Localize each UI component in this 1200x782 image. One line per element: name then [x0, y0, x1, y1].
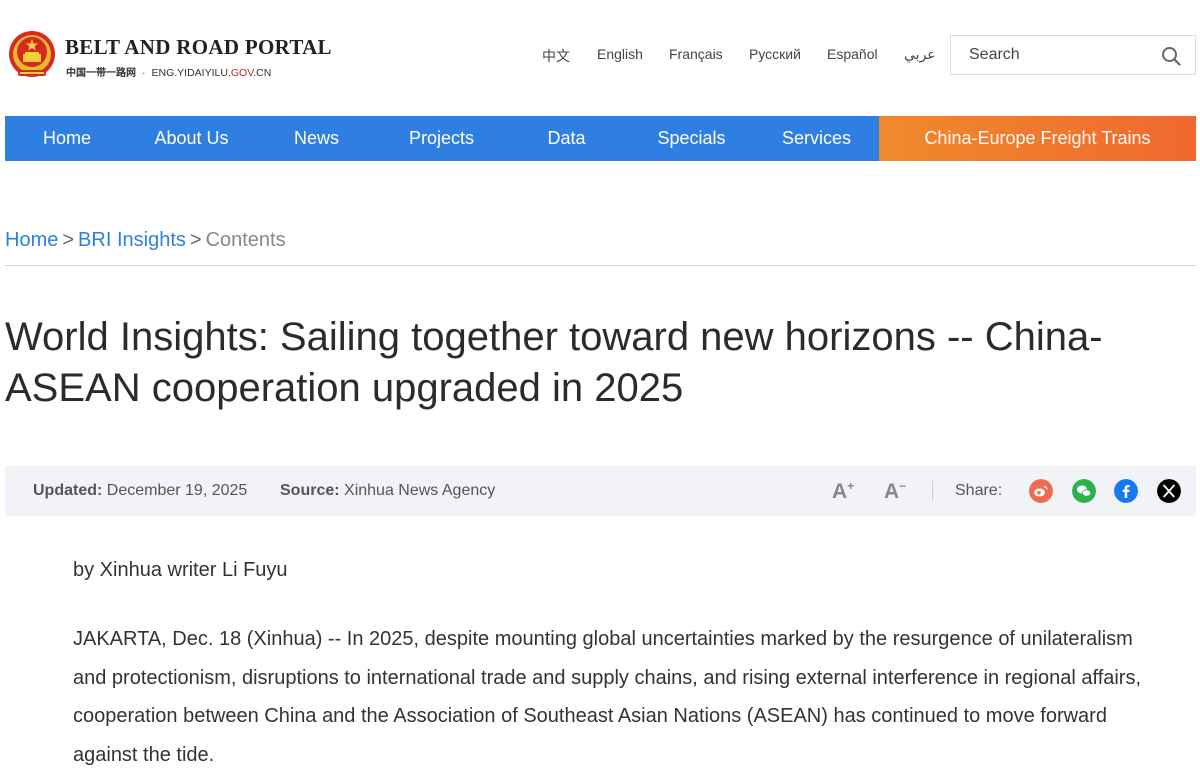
lang-spanish[interactable]: Español [827, 46, 878, 62]
article-source: Source: Xinhua News Agency [280, 482, 495, 500]
nav-news[interactable]: News [254, 116, 379, 161]
breadcrumb-separator: > [62, 229, 75, 251]
x-icon[interactable] [1157, 479, 1181, 503]
site-header: BELT AND ROAD PORTAL 中国一带一路网 · ENG.YIDAIYI… [0, 0, 1200, 110]
lang-chinese[interactable]: 中文 [542, 46, 570, 66]
font-decrease-letter: A [884, 480, 900, 503]
search-box [950, 35, 1196, 75]
domain-gov: GOV [230, 67, 254, 79]
breadcrumb-current: Contents [205, 229, 286, 251]
nav-about-us[interactable]: About Us [129, 116, 254, 161]
lang-arabic[interactable]: عربي [904, 46, 936, 63]
breadcrumb: Home > BRI Insights > Contents [5, 229, 286, 252]
search-icon[interactable] [1161, 46, 1181, 66]
nav-specials[interactable]: Specials [629, 116, 754, 161]
font-increase-button[interactable]: A+ [832, 479, 854, 504]
font-decrease-sign: − [899, 479, 907, 493]
share-label: Share: [955, 482, 1003, 499]
meta-divider [932, 481, 933, 501]
source-value: Xinhua News Agency [344, 482, 496, 499]
nav-projects[interactable]: Projects [379, 116, 504, 161]
domain-prefix: ENG.YIDAIYILU. [151, 67, 231, 79]
source-label: Source: [280, 482, 340, 499]
article-paragraph: JAKARTA, Dec. 18 (Xinhua) -- In 2025, de… [73, 628, 1142, 766]
nav-home[interactable]: Home [5, 116, 129, 161]
updated-label: Updated: [33, 482, 103, 499]
lang-english[interactable]: English [597, 46, 643, 62]
article-meta-bar: Updated: December 19, 2025 Source: Xinhu… [5, 466, 1196, 516]
article-byline: by Xinhua writer Li Fuyu [73, 559, 288, 581]
nav-china-europe-freight-trains[interactable]: China-Europe Freight Trains [879, 116, 1196, 161]
site-title-chinese: 中国一带一路网 [66, 68, 136, 79]
weibo-icon[interactable] [1029, 479, 1053, 503]
lang-russian[interactable]: Русский [749, 46, 801, 62]
breadcrumb-home[interactable]: Home [5, 229, 58, 251]
font-increase-sign: + [847, 479, 855, 493]
domain-suffix: .CN [253, 67, 272, 79]
wechat-icon[interactable] [1072, 479, 1096, 503]
breadcrumb-separator: > [189, 229, 202, 251]
font-increase-letter: A [832, 480, 848, 503]
breadcrumb-divider [5, 265, 1196, 266]
search-input[interactable] [951, 36, 1151, 74]
facebook-icon[interactable] [1114, 479, 1138, 503]
breadcrumb-bri-insights[interactable]: BRI Insights [78, 229, 186, 251]
main-nav: Home About Us News Projects Data Special… [5, 116, 1196, 161]
updated-date: Updated: December 19, 2025 [33, 482, 247, 500]
nav-data[interactable]: Data [504, 116, 629, 161]
site-subtitle: 中国一带一路网 · ENG.YIDAIYILU.GOV.CN [66, 67, 272, 79]
article-title: World Insights: Sailing together toward … [5, 315, 1103, 410]
nav-services[interactable]: Services [754, 116, 879, 161]
site-title[interactable]: BELT AND ROAD PORTAL [65, 35, 332, 60]
font-decrease-button[interactable]: A− [884, 479, 906, 504]
national-emblem-icon[interactable] [8, 30, 56, 80]
updated-value: December 19, 2025 [106, 482, 248, 499]
lang-french[interactable]: Français [669, 46, 723, 62]
